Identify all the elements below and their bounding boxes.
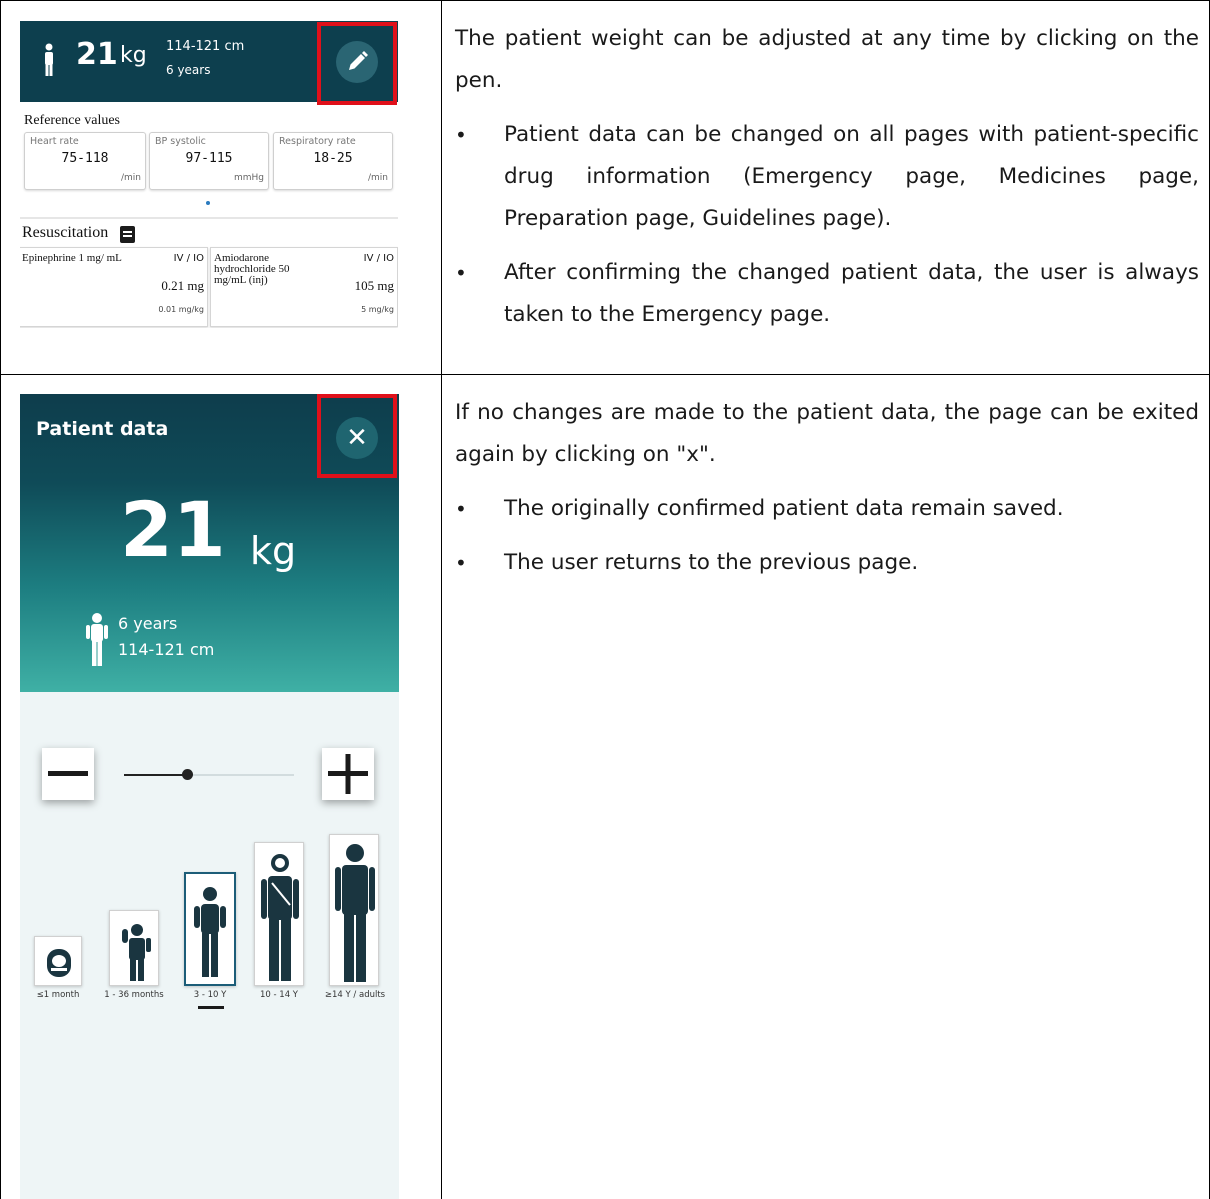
row2-bullet-list: The originally confirmed patient data re…	[455, 488, 1199, 584]
header-weight-unit: kg	[120, 43, 147, 68]
age-group-label: 3 - 10 Y	[193, 990, 227, 1000]
age-group-label: ≤1 month	[36, 990, 80, 1000]
drug-name: Amiodarone hydrochloride 50 mg/mL (inj)	[214, 252, 290, 286]
row1-bullet-list: Patient data can be changed on all pages…	[455, 114, 1199, 336]
age-group-toddler[interactable]	[109, 910, 159, 986]
reference-card-bp-systolic: BP systolic 97-115 mmHg	[149, 132, 269, 190]
plus-icon	[328, 754, 368, 794]
reference-label: Heart rate	[30, 136, 79, 147]
drug-dose: 0.21 mg	[161, 278, 204, 293]
row2-intro-text: If no changes are made to the patient da…	[455, 400, 1199, 467]
list-item: After confirming the changed patient dat…	[455, 252, 1199, 336]
document-table: 21 kg 114-121 cm 6 years Reference value…	[0, 0, 1210, 1199]
patient-height-range: 114-121 cm	[118, 640, 215, 659]
weight-unit: kg	[250, 529, 297, 573]
weight-value: 21	[120, 485, 226, 574]
reference-label: BP systolic	[155, 136, 206, 147]
resuscitation-title: Resuscitation	[22, 224, 109, 241]
list-item: The user returns to the previous page.	[455, 542, 1199, 584]
reference-card-respiratory-rate: Respiratory rate 18-25 /min	[273, 132, 393, 190]
increase-weight-button[interactable]	[322, 748, 374, 800]
baby-icon	[47, 949, 71, 977]
reference-unit: mmHg	[233, 173, 264, 183]
header-height-range: 114-121 cm	[166, 39, 245, 54]
reference-label: Respiratory rate	[279, 136, 356, 147]
drug-card-epinephrine[interactable]: Epinephrine 1 mg/ mL IV / IO 0.21 mg 0.0…	[20, 247, 208, 327]
highlight-box	[317, 394, 397, 478]
row2-description: If no changes are made to the patient da…	[455, 392, 1199, 596]
weight-slider-fill	[124, 774, 187, 776]
child-figure-icon	[86, 613, 108, 666]
drug-dose: 105 mg	[354, 278, 394, 293]
list-item: Patient data can be changed on all pages…	[455, 114, 1199, 240]
table-border-top	[0, 0, 1210, 1]
table-border-left	[0, 0, 1, 1199]
drug-name: Epinephrine 1 mg/ mL	[22, 252, 122, 264]
patient-age: 6 years	[118, 614, 178, 633]
drug-card-amiodarone[interactable]: Amiodarone hydrochloride 50 mg/mL (inj) …	[210, 247, 398, 327]
age-group-child[interactable]	[184, 872, 236, 986]
header-weight-value: 21	[76, 37, 118, 72]
row1-description: The patient weight can be adjusted at an…	[455, 18, 1199, 348]
header-age: 6 years	[166, 63, 211, 77]
drug-route: IV / IO	[173, 253, 204, 264]
patient-header-screenshot: 21 kg 114-121 cm 6 years Reference value…	[20, 21, 398, 328]
section-divider	[20, 217, 398, 219]
reference-value: 75-118	[61, 151, 109, 166]
page-title: Patient data	[36, 418, 169, 440]
weight-slider-thumb[interactable]	[181, 769, 193, 780]
toddler-icon	[122, 924, 151, 981]
list-item: The originally confirmed patient data re…	[455, 488, 1199, 530]
patient-data-header: Patient data ✕ 21 kg 6 years 114-121 cm	[20, 394, 399, 692]
selected-age-indicator	[198, 1006, 224, 1009]
adolescent-icon	[261, 854, 299, 981]
row1-intro-text: The patient weight can be adjusted at an…	[455, 26, 1199, 93]
age-group-label: 10 - 14 Y	[260, 990, 298, 1000]
book-icon[interactable]	[120, 226, 135, 243]
reference-card-heart-rate: Heart rate 75-118 /min	[24, 132, 146, 190]
drug-route: IV / IO	[363, 253, 394, 264]
reference-value: 18-25	[313, 151, 353, 166]
age-group-label: 1 - 36 months	[104, 990, 164, 1000]
age-group-adult[interactable]	[329, 834, 379, 986]
child-icon	[194, 887, 226, 977]
age-group-label: ≥14 Y / adults	[324, 990, 386, 1000]
page-indicator-dot	[206, 201, 210, 205]
child-figure-icon	[45, 43, 53, 76]
table-row-divider	[0, 374, 1210, 375]
patient-header-bar: 21 kg 114-121 cm 6 years	[20, 21, 398, 105]
reference-unit: /min	[367, 173, 388, 183]
reference-unit: /min	[120, 173, 141, 183]
reference-values-title: Reference values	[24, 113, 120, 128]
adult-icon	[335, 844, 375, 982]
reference-value: 97-115	[185, 151, 233, 166]
patient-data-screenshot: Patient data ✕ 21 kg 6 years 114-121 cm	[20, 394, 399, 1199]
age-group-newborn[interactable]	[34, 936, 82, 986]
drug-dose-per-kg: 0.01 mg/kg	[158, 305, 204, 314]
highlight-box	[317, 22, 397, 105]
minus-icon	[48, 771, 88, 776]
table-border-middle	[441, 0, 442, 1199]
drug-dose-per-kg: 5 mg/kg	[361, 305, 394, 314]
age-group-adolescent[interactable]	[254, 842, 304, 986]
decrease-weight-button[interactable]	[42, 748, 94, 800]
